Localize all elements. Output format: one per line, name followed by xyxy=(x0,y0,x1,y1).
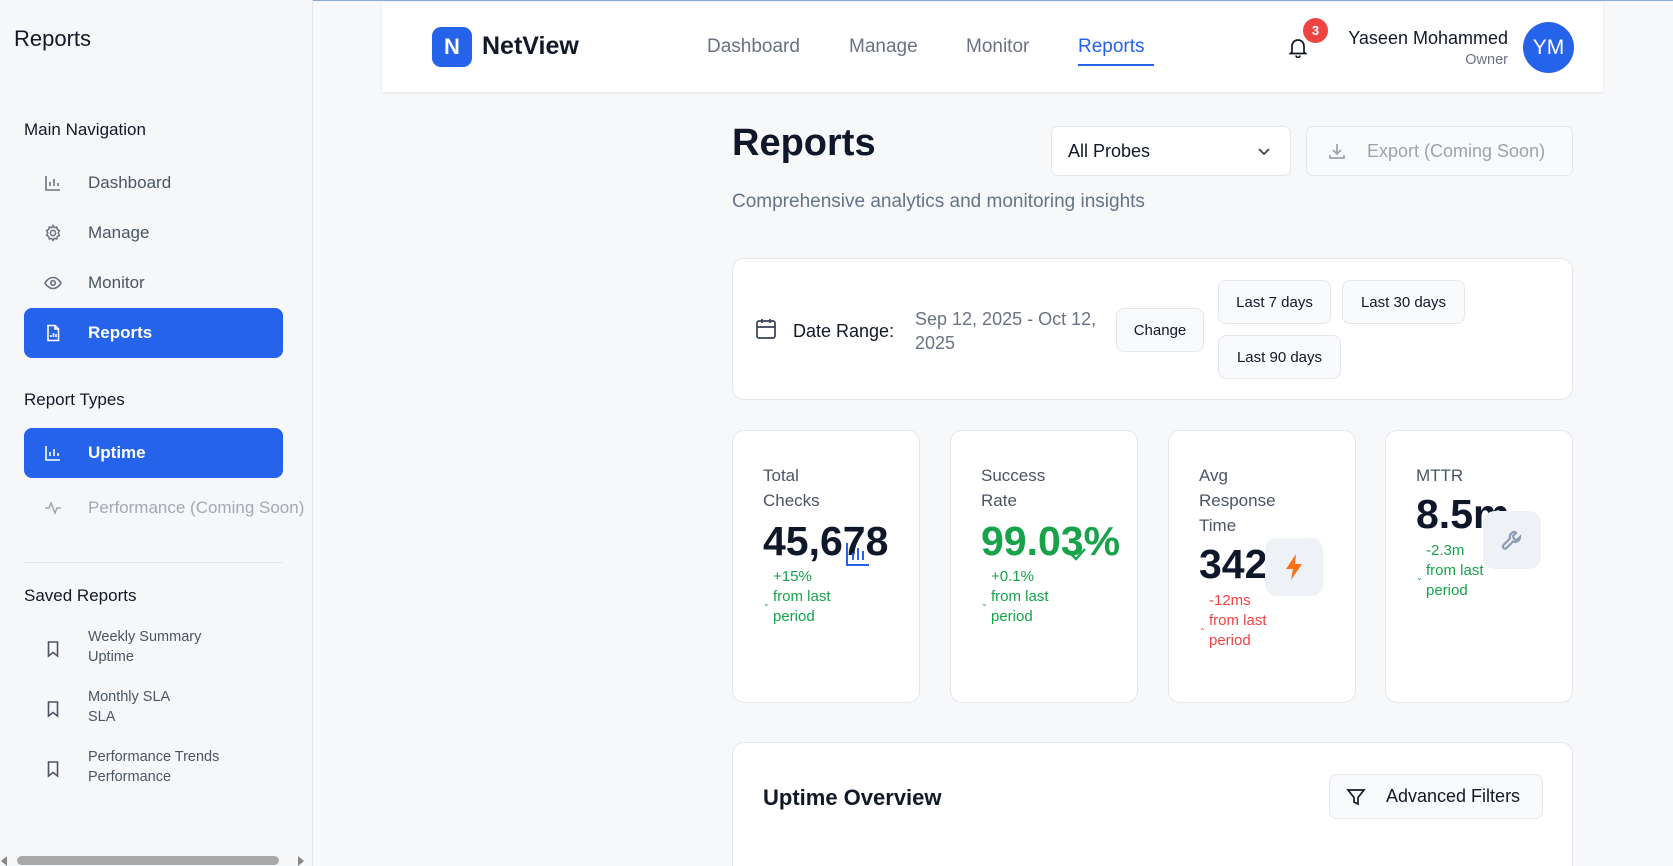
sidebar-divider xyxy=(24,562,283,563)
saved-report-type: SLA xyxy=(88,708,116,725)
saved-report-name: Weekly Summary xyxy=(88,629,202,645)
metric-card-success-rate: Success Rate 99.03% ⌄ +0.1% from last pe… xyxy=(950,430,1138,703)
report-types-heading: Report Types xyxy=(24,390,125,409)
gear-icon xyxy=(44,224,62,242)
sidebar-item-label: Dashboard xyxy=(88,173,172,192)
saved-report-item[interactable]: Weekly Summary Uptime xyxy=(24,628,283,667)
main-navigation-heading: Main Navigation xyxy=(24,120,146,139)
bookmark-icon xyxy=(44,760,62,778)
advanced-filters-button[interactable]: Advanced Filters xyxy=(1329,774,1543,819)
nav-dashboard[interactable]: Dashboard xyxy=(707,36,800,58)
change-date-button[interactable]: Change xyxy=(1116,308,1204,352)
user-role: Owner xyxy=(1465,52,1508,68)
preset-last-90-days[interactable]: Last 90 days xyxy=(1218,335,1341,379)
user-name[interactable]: Yaseen Mohammed xyxy=(1348,28,1508,49)
logo-text[interactable]: NetView xyxy=(482,32,579,61)
bar-chart-icon xyxy=(829,525,887,583)
bookmark-icon xyxy=(44,700,62,718)
check-icon xyxy=(1049,525,1107,583)
metric-change: +15% from last period xyxy=(773,568,831,625)
scroll-thumb[interactable] xyxy=(17,856,279,865)
saved-report-type: Performance xyxy=(88,768,172,785)
bar-chart-icon xyxy=(44,444,62,462)
top-header: N NetView Dashboard Manage Monitor Repor… xyxy=(382,2,1603,92)
file-chart-icon xyxy=(44,324,62,342)
saved-report-name: Performance Trends xyxy=(88,749,220,765)
trend-down-icon: ⌃ xyxy=(1199,627,1206,636)
metric-change: -2.3m from last period xyxy=(1426,542,1484,599)
chevron-down-icon xyxy=(1256,143,1272,159)
metric-card-avg-response-time: Avg Response Time 342 ⌃ -12ms from last … xyxy=(1168,430,1356,703)
bookmark-icon xyxy=(44,640,62,658)
metric-change: -12ms from last period xyxy=(1209,592,1267,649)
probe-select[interactable]: All Probes xyxy=(1051,126,1291,176)
page-subtitle: Comprehensive analytics and monitoring i… xyxy=(732,191,1145,212)
notification-badge: 3 xyxy=(1303,18,1328,43)
uptime-overview-card: Uptime Overview Advanced Filters xyxy=(732,742,1573,866)
date-range-value: Sep 12, 2025 - Oct 12, 2025 xyxy=(915,309,1097,353)
sidebar-item-label: Reports xyxy=(88,323,153,342)
nav-manage[interactable]: Manage xyxy=(849,36,918,58)
metric-label: Avg Response Time xyxy=(1199,466,1276,535)
trend-up-icon: ⌄ xyxy=(763,599,770,608)
eye-icon xyxy=(44,274,62,292)
probe-select-value: All Probes xyxy=(1068,140,1151,161)
saved-report-item[interactable]: Performance Trends Performance xyxy=(24,748,283,787)
sidebar-item-reports[interactable]: Reports xyxy=(24,308,283,358)
metric-label: Success Rate xyxy=(981,466,1046,510)
wrench-icon xyxy=(1483,511,1541,569)
date-range-card: Date Range: Sep 12, 2025 - Oct 12, 2025 … xyxy=(732,258,1573,400)
metric-card-total-checks: Total Checks 45,678 ⌄ +15% from last per… xyxy=(732,430,920,703)
metric-value: 342 xyxy=(1199,541,1268,587)
report-type-uptime[interactable]: Uptime xyxy=(24,428,283,478)
nav-monitor[interactable]: Monitor xyxy=(966,36,1029,58)
metric-card-mttr: MTTR 8.5m ⌄ -2.3m from last period xyxy=(1385,430,1573,703)
sidebar-item-dashboard[interactable]: Dashboard xyxy=(24,158,283,208)
saved-report-item[interactable]: Monthly SLA SLA xyxy=(24,688,283,727)
advanced-filters-label: Advanced Filters xyxy=(1386,786,1521,806)
trend-up-icon: ⌄ xyxy=(1416,573,1423,582)
export-button[interactable]: Export (Coming Soon) xyxy=(1306,126,1573,176)
lightning-icon xyxy=(1265,538,1323,596)
preset-last-30-days[interactable]: Last 30 days xyxy=(1342,280,1465,324)
bar-chart-icon xyxy=(44,174,62,192)
sidebar-item-label: Monitor xyxy=(88,273,145,292)
calendar-icon xyxy=(755,317,777,341)
saved-report-name: Monthly SLA xyxy=(88,689,171,705)
scroll-left-arrow-icon[interactable] xyxy=(1,856,7,866)
sidebar-item-manage[interactable]: Manage xyxy=(24,208,283,258)
export-button-label: Export (Coming Soon) xyxy=(1367,140,1546,161)
metric-label: Total Checks xyxy=(763,466,820,510)
metric-label: MTTR xyxy=(1416,466,1464,485)
filter-icon xyxy=(1346,787,1366,807)
download-icon xyxy=(1327,141,1347,161)
sidebar-item-label: Manage xyxy=(88,223,150,242)
preset-last-7-days[interactable]: Last 7 days xyxy=(1218,280,1331,324)
sidebar: Reports Main Navigation Dashboard Manage… xyxy=(0,0,313,866)
nav-reports[interactable]: Reports xyxy=(1078,36,1145,58)
metric-change: +0.1% from last period xyxy=(991,568,1049,625)
avatar[interactable]: YM xyxy=(1523,22,1574,73)
nav-active-indicator xyxy=(1078,64,1154,66)
report-type-label: Performance (Coming Soon) xyxy=(88,498,305,517)
saved-reports-heading: Saved Reports xyxy=(24,586,137,605)
report-type-label: Uptime xyxy=(88,443,146,462)
report-type-performance: Performance (Coming Soon) xyxy=(24,483,312,533)
date-range-label: Date Range: xyxy=(793,321,895,341)
sidebar-title: Reports xyxy=(14,26,92,51)
page-title: Reports xyxy=(732,122,876,164)
sidebar-item-monitor[interactable]: Monitor xyxy=(24,258,283,308)
scroll-right-arrow-icon[interactable] xyxy=(298,856,304,866)
activity-icon xyxy=(44,499,62,517)
trend-up-icon: ⌄ xyxy=(981,599,988,608)
saved-report-type: Uptime xyxy=(88,648,134,665)
uptime-overview-title: Uptime Overview xyxy=(763,785,942,810)
logo-icon[interactable]: N xyxy=(432,27,472,67)
sidebar-horizontal-scrollbar[interactable] xyxy=(0,852,312,866)
